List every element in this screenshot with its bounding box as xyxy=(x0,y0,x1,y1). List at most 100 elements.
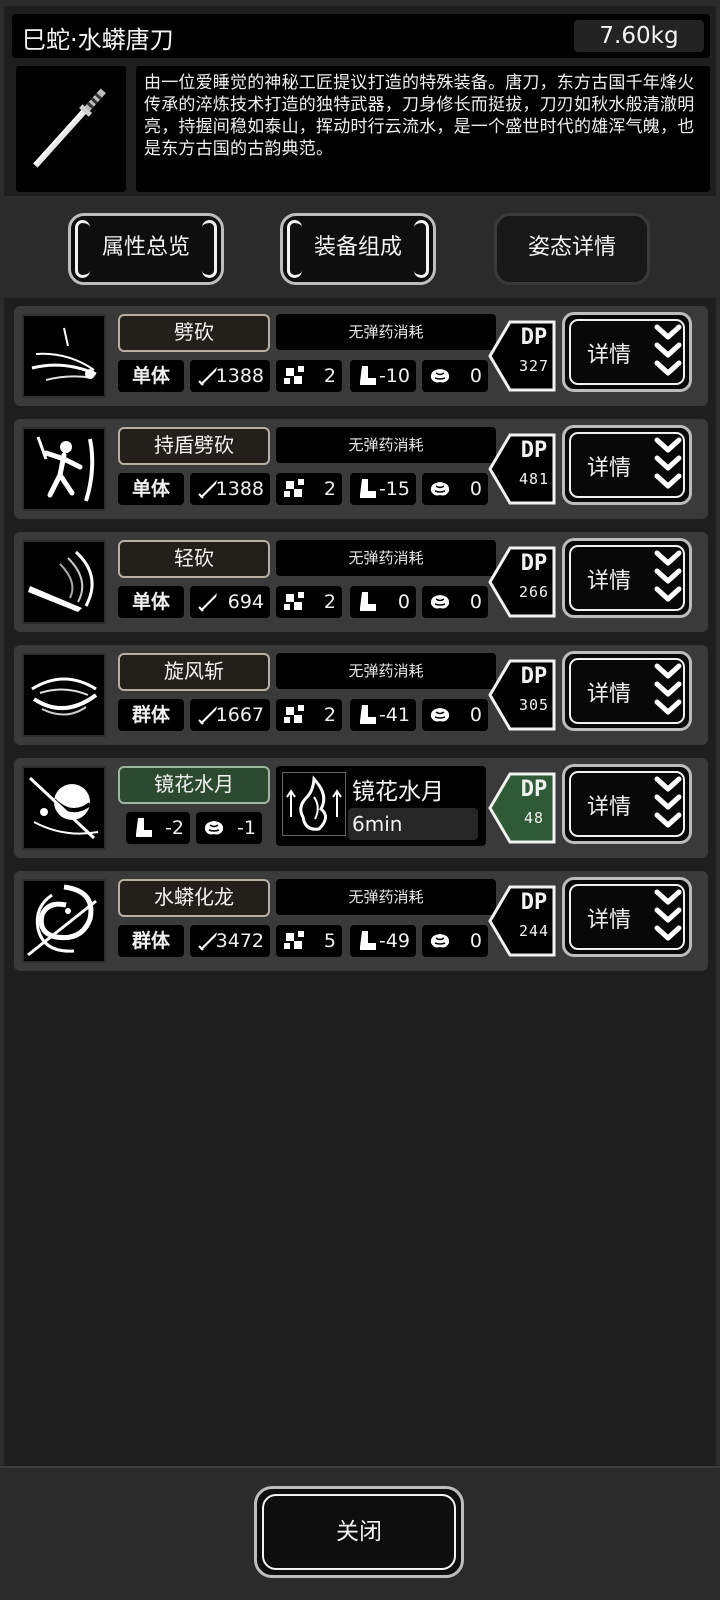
move-cost-stat: -10 xyxy=(350,360,416,392)
skill-card: 轻砍 无弹药消耗 单体 694 2 0 0 DP 266 详情 xyxy=(14,532,708,632)
hit-count-stat: 5 xyxy=(276,925,342,957)
skill-name: 劈砍 xyxy=(118,314,270,352)
dp-cost-badge: DP 305 xyxy=(488,659,556,731)
boot-icon xyxy=(360,592,376,611)
chevron-down-icon xyxy=(654,776,682,828)
dp-cost-badge: DP 481 xyxy=(488,433,556,505)
brain-icon xyxy=(430,708,450,722)
attack-stat: 1667 xyxy=(190,699,270,731)
weapon-description: 由一位爱睡觉的神秘工匠提议打造的特殊装备。唐刀，东方古国千年烽火传承的淬炼技术打… xyxy=(136,66,710,192)
detail-label: 详情 xyxy=(587,682,632,707)
boot-icon xyxy=(360,931,376,950)
move-cost-stat: -15 xyxy=(350,473,416,505)
buff-duration: 6min xyxy=(348,808,478,840)
hit-count-stat: 2 xyxy=(276,473,342,505)
brain-icon xyxy=(204,821,224,835)
ammo-consumption: 无弹药消耗 xyxy=(276,314,496,350)
skill-list: 劈砍 无弹药消耗 单体 1388 2 -10 0 DP 327 详情 持盾劈砍 … xyxy=(4,298,716,1466)
detail-button[interactable]: 详情 xyxy=(562,312,692,392)
sword-icon xyxy=(198,593,217,612)
chevron-down-icon xyxy=(654,550,682,602)
close-button[interactable]: 关闭 xyxy=(254,1486,464,1578)
ammo-consumption: 无弹药消耗 xyxy=(276,540,496,576)
attack-stat: 3472 xyxy=(190,925,270,957)
ammo-consumption: 无弹药消耗 xyxy=(276,427,496,463)
brain-cost-stat: 0 xyxy=(422,925,488,957)
title-bar: 巳蛇·水蟒唐刀 7.60kg xyxy=(12,14,710,58)
boot-icon xyxy=(360,479,376,498)
chevron-down-icon xyxy=(654,437,682,489)
shield-warrior-icon xyxy=(22,427,106,511)
moon-slash-icon xyxy=(22,766,106,850)
special-skill-card: 镜花水月 -2 -1 镜花水月 6min DP 48 详情 xyxy=(14,758,708,858)
attack-stat: 1388 xyxy=(190,360,270,392)
skill-name: 轻砍 xyxy=(118,540,270,578)
tab-bar: 属性总览 装备组成 姿态详情 xyxy=(0,213,720,285)
attack-stat: 1388 xyxy=(190,473,270,505)
skill-name: 旋风斩 xyxy=(118,653,270,691)
katana-icon xyxy=(16,66,126,192)
tab-equipment-composition[interactable]: 装备组成 xyxy=(280,213,436,285)
hit-count-stat: 2 xyxy=(276,586,342,618)
tab-stance-details[interactable]: 姿态详情 xyxy=(494,213,650,285)
chevron-down-icon xyxy=(654,324,682,376)
skill-card: 劈砍 无弹药消耗 单体 1388 2 -10 0 DP 327 详情 xyxy=(14,306,708,406)
whirlwind-icon xyxy=(22,653,106,737)
checker-icon xyxy=(284,479,304,497)
slash-spark-icon xyxy=(22,314,106,398)
skill-name: 镜花水月 xyxy=(118,766,270,804)
target-type-badge: 群体 xyxy=(118,699,184,731)
detail-button[interactable]: 详情 xyxy=(562,651,692,731)
boot-icon xyxy=(136,818,152,837)
detail-label: 详情 xyxy=(587,795,632,820)
dp-cost-badge: DP 48 xyxy=(488,772,556,844)
chevron-down-icon xyxy=(654,889,682,941)
attack-stat: 694 xyxy=(190,586,270,618)
detail-button[interactable]: 详情 xyxy=(562,538,692,618)
buff-info: 镜花水月 6min xyxy=(276,766,486,846)
dp-cost-badge: DP 244 xyxy=(488,885,556,957)
brain-cost-stat: -1 xyxy=(196,812,262,844)
hit-count-stat: 2 xyxy=(276,699,342,731)
dp-cost-badge: DP 266 xyxy=(488,546,556,618)
close-label: 关闭 xyxy=(336,1519,382,1545)
buff-name: 镜花水月 xyxy=(352,779,444,805)
detail-label: 详情 xyxy=(587,456,632,481)
target-type-badge: 单体 xyxy=(118,473,184,505)
detail-button[interactable]: 详情 xyxy=(562,764,692,844)
skill-name: 持盾劈砍 xyxy=(118,427,270,465)
boot-icon xyxy=(360,705,376,724)
move-cost-stat: 0 xyxy=(350,586,416,618)
brain-cost-stat: 0 xyxy=(422,360,488,392)
ammo-consumption: 无弹药消耗 xyxy=(276,653,496,689)
detail-button[interactable]: 详情 xyxy=(562,877,692,957)
weapon-info-panel: 巳蛇·水蟒唐刀 7.60kg 由一位爱睡觉的神秘工匠提议打造的特殊装备。唐刀，东… xyxy=(4,6,716,196)
brain-icon xyxy=(430,369,450,383)
weapon-title: 巳蛇·水蟒唐刀 xyxy=(22,26,174,54)
brain-icon xyxy=(430,482,450,496)
move-cost-stat: -2 xyxy=(126,812,190,844)
skill-card: 持盾劈砍 无弹药消耗 单体 1388 2 -15 0 DP 481 详情 xyxy=(14,419,708,519)
detail-label: 详情 xyxy=(587,343,632,368)
checker-icon xyxy=(284,366,304,384)
detail-label: 详情 xyxy=(587,908,632,933)
boot-icon xyxy=(360,366,376,385)
dp-cost-badge: DP 327 xyxy=(488,320,556,392)
brain-icon xyxy=(430,934,450,948)
detail-button[interactable]: 详情 xyxy=(562,425,692,505)
detail-label: 详情 xyxy=(587,569,632,594)
move-cost-stat: -49 xyxy=(350,925,416,957)
move-cost-stat: -41 xyxy=(350,699,416,731)
brain-cost-stat: 0 xyxy=(422,699,488,731)
brain-cost-stat: 0 xyxy=(422,473,488,505)
checker-icon xyxy=(284,705,304,723)
target-type-badge: 群体 xyxy=(118,925,184,957)
skill-card: 水蟒化龙 无弹药消耗 群体 3472 5 -49 0 DP 244 详情 xyxy=(14,871,708,971)
serpent-dragon-icon xyxy=(22,879,106,963)
skill-card: 旋风斩 无弹药消耗 群体 1667 2 -41 0 DP 305 详情 xyxy=(14,645,708,745)
checker-icon xyxy=(284,592,304,610)
tab-attribute-overview[interactable]: 属性总览 xyxy=(68,213,224,285)
target-type-badge: 单体 xyxy=(118,360,184,392)
footer-bar: 关闭 xyxy=(0,1466,720,1600)
hit-count-stat: 2 xyxy=(276,360,342,392)
